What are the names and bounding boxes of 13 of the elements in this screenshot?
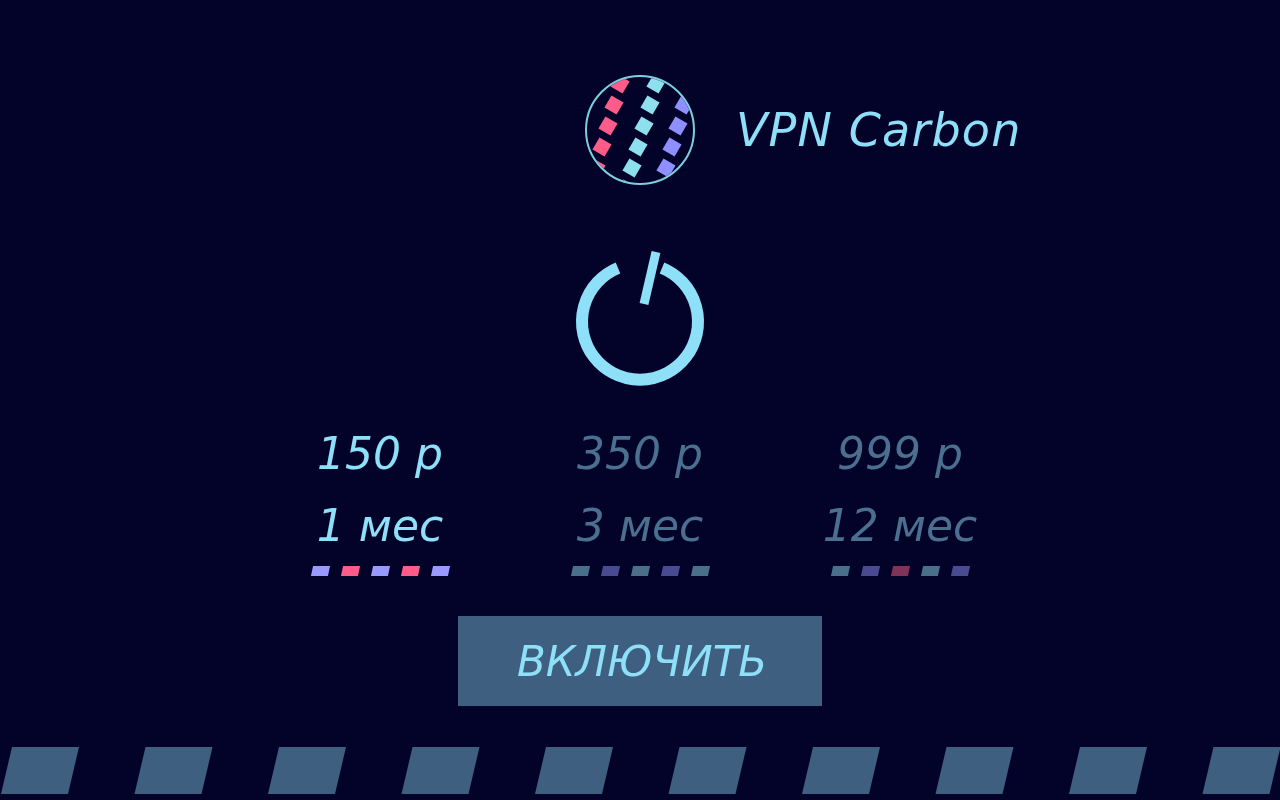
plan-option[interactable]: 350 р 3 мес xyxy=(510,426,770,576)
plan-period: 1 мес xyxy=(316,499,444,553)
plan-option[interactable]: 150 р 1 мес xyxy=(250,426,510,576)
logo-icon xyxy=(584,74,696,186)
enable-button[interactable]: ВКЛЮЧИТЬ xyxy=(458,616,822,706)
plan-period: 3 мес xyxy=(576,499,704,553)
plan-option[interactable]: 999 р 12 мес xyxy=(770,426,1030,576)
plan-period: 12 мес xyxy=(822,499,978,553)
power-icon[interactable] xyxy=(574,250,706,388)
plan-price: 150 р xyxy=(317,427,443,481)
app-title: VPN Carbon xyxy=(736,107,1022,153)
plan-price: 999 р xyxy=(837,427,963,481)
plan-price: 350 р xyxy=(577,427,703,481)
